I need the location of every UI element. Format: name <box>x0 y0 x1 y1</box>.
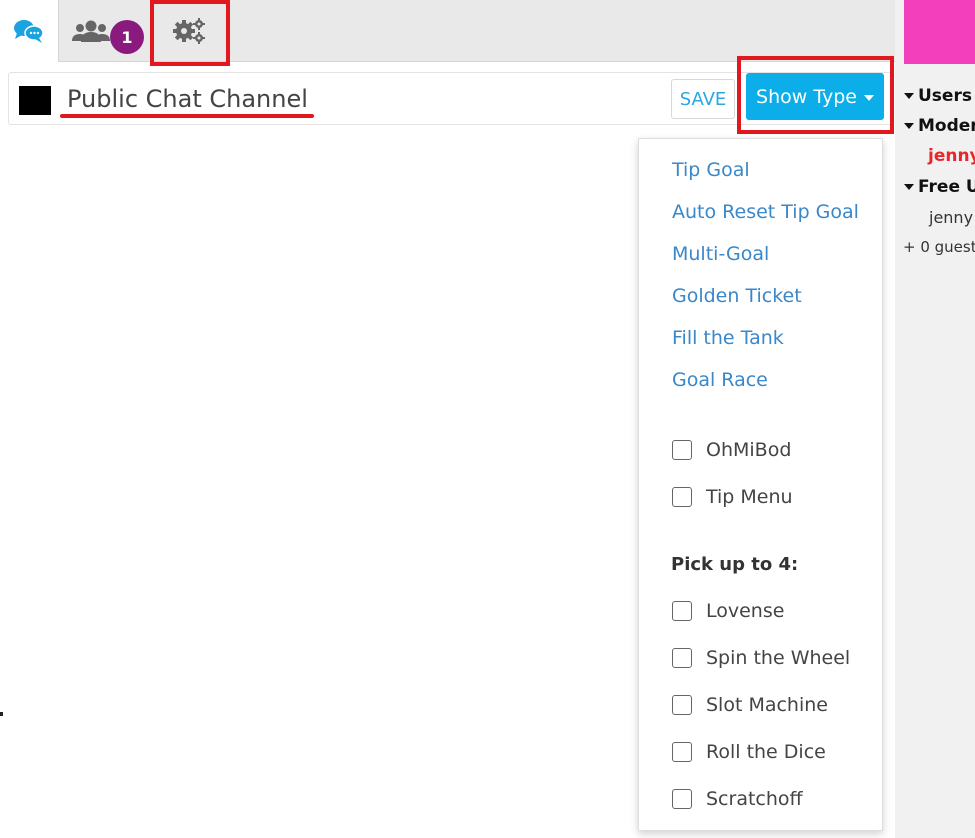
checkbox[interactable] <box>672 487 692 507</box>
menu-item-auto-reset-tip-goal[interactable]: Auto Reset Tip Goal <box>672 201 859 223</box>
users-heading[interactable]: Users <box>904 86 972 106</box>
menu-item-multi-goal[interactable]: Multi-Goal <box>672 243 769 265</box>
chat-bubbles-icon <box>14 20 44 43</box>
user-list-sidebar: Users Moder jenny Free U jenny + 0 guest <box>895 0 975 838</box>
channel-color-swatch[interactable] <box>19 86 51 115</box>
channel-name-underline <box>60 114 314 118</box>
show-type-button[interactable]: Show Type <box>746 73 884 120</box>
users-count-badge: 1 <box>110 20 144 54</box>
option-label: Spin the Wheel <box>706 647 851 669</box>
tab-settings[interactable] <box>153 0 225 62</box>
toggle-label: Tip Menu <box>706 486 793 508</box>
broadcaster-preview <box>904 0 975 64</box>
moderator-user[interactable]: jenny <box>928 146 975 166</box>
checkbox[interactable] <box>672 789 692 809</box>
tab-bar: 1 <box>0 0 895 62</box>
option-scratchoff[interactable]: Scratchoff <box>672 788 803 810</box>
toggle-tip-menu[interactable]: Tip Menu <box>672 486 793 508</box>
menu-item-golden-ticket[interactable]: Golden Ticket <box>672 285 802 307</box>
checkbox[interactable] <box>672 742 692 762</box>
save-button[interactable]: SAVE <box>671 79 735 119</box>
option-slot-machine[interactable]: Slot Machine <box>672 694 828 716</box>
option-lovense[interactable]: Lovense <box>672 600 784 622</box>
checkbox[interactable] <box>672 440 692 460</box>
free-users-heading[interactable]: Free U <box>904 177 975 197</box>
tab-chat[interactable] <box>0 0 59 62</box>
menu-item-tip-goal[interactable]: Tip Goal <box>672 159 750 181</box>
menu-item-fill-the-tank[interactable]: Fill the Tank <box>672 327 784 349</box>
gears-icon <box>173 18 205 44</box>
option-spin-the-wheel[interactable]: Spin the Wheel <box>672 647 850 669</box>
caret-down-icon <box>904 93 914 99</box>
option-label: Slot Machine <box>706 694 828 716</box>
toggle-ohmibod[interactable]: OhMiBod <box>672 439 791 461</box>
users-heading-label: Users <box>918 86 972 106</box>
option-label: Roll the Dice <box>706 741 826 763</box>
pick-up-heading: Pick up to 4: <box>671 554 799 575</box>
option-label: Scratchoff <box>706 788 803 810</box>
checkbox[interactable] <box>672 601 692 621</box>
show-type-dropdown: Tip Goal Auto Reset Tip Goal Multi-Goal … <box>638 138 883 831</box>
option-roll-the-dice[interactable]: Roll the Dice <box>672 741 826 763</box>
checkbox[interactable] <box>672 648 692 668</box>
caret-down-icon <box>863 94 874 101</box>
checkbox[interactable] <box>672 695 692 715</box>
caret-down-icon <box>904 123 914 129</box>
show-type-label: Show Type <box>756 85 857 108</box>
free-user[interactable]: jenny <box>929 208 973 227</box>
free-users-heading-label: Free U <box>918 177 975 197</box>
caret-down-icon <box>904 184 914 190</box>
moderators-heading-label: Moder <box>918 116 975 136</box>
edge-mark <box>0 712 3 716</box>
moderators-heading[interactable]: Moder <box>904 116 975 136</box>
menu-item-goal-race[interactable]: Goal Race <box>672 369 768 391</box>
toggle-label: OhMiBod <box>706 439 792 461</box>
option-label: Lovense <box>706 600 785 622</box>
channel-name-field[interactable]: Public Chat Channel <box>67 85 308 113</box>
users-group-icon <box>71 20 110 42</box>
guest-count: + 0 guest <box>903 238 975 256</box>
